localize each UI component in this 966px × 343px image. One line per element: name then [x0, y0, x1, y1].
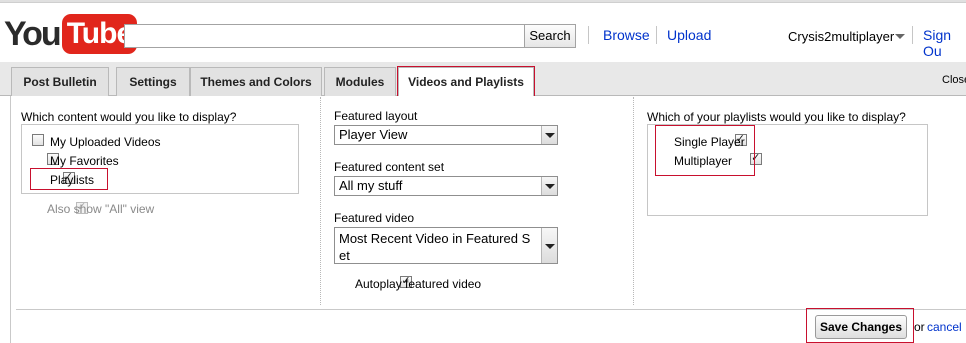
playlists-question: Which of your playlists would you like t…: [647, 110, 906, 124]
header-divider: [656, 26, 657, 44]
autoplay-label: Autoplay featured video: [355, 277, 482, 291]
featured-content-set-select[interactable]: All my stuff: [334, 176, 558, 196]
featured-video-value-line1: Most Recent Video in Featured S: [339, 231, 531, 246]
featured-video-value-line2: et: [339, 248, 350, 263]
featured-video-label: Featured video: [334, 211, 415, 225]
youtube-logo[interactable]: You Tube: [4, 14, 138, 54]
search-input[interactable]: [124, 24, 525, 48]
column-divider: [320, 97, 321, 305]
header-divider: [912, 26, 913, 44]
featured-layout-value: Player View: [339, 127, 408, 142]
featured-video-select[interactable]: Most Recent Video in Featured S et: [334, 227, 558, 264]
upload-link[interactable]: Upload: [667, 27, 711, 43]
username-menu[interactable]: Crysis2multiplayer: [788, 29, 894, 44]
browse-link[interactable]: Browse: [603, 27, 650, 43]
highlight-box: [397, 66, 535, 100]
tab-modules[interactable]: Modules: [324, 67, 396, 96]
cancel-link[interactable]: cancel: [927, 320, 962, 334]
tab-themes-and-colors[interactable]: Themes and Colors: [190, 67, 322, 96]
highlight-box: [655, 125, 755, 176]
highlight-box: [806, 308, 914, 343]
tab-settings[interactable]: Settings: [116, 67, 190, 96]
sign-out-link[interactable]: Sign Ou: [923, 27, 966, 59]
chevron-down-icon[interactable]: [541, 228, 557, 263]
my-favorites-label: My Favorites: [50, 154, 119, 168]
featured-content-set-label: Featured content set: [334, 160, 445, 174]
tab-post-bulletin[interactable]: Post Bulletin: [11, 67, 109, 96]
or-text: or: [914, 320, 925, 334]
chevron-down-icon[interactable]: [541, 126, 557, 144]
chevron-down-icon[interactable]: [541, 177, 557, 195]
top-border: [0, 0, 966, 3]
my-uploaded-videos-checkbox[interactable]: [32, 134, 44, 146]
column-divider: [633, 97, 634, 305]
close-link[interactable]: Close: [942, 74, 966, 86]
chevron-down-icon[interactable]: [895, 34, 905, 39]
show-all-label: Also show "All" view: [47, 202, 155, 216]
content-question: Which content would you like to display?: [21, 110, 237, 124]
highlight-box: [30, 168, 108, 190]
search-button[interactable]: Search: [524, 24, 576, 48]
header-divider: [588, 26, 589, 44]
my-uploaded-videos-label: My Uploaded Videos: [50, 135, 161, 149]
featured-layout-select[interactable]: Player View: [334, 125, 558, 145]
featured-content-set-value: All my stuff: [339, 178, 403, 193]
logo-you-text: You: [4, 15, 62, 53]
featured-layout-label: Featured layout: [334, 109, 418, 123]
